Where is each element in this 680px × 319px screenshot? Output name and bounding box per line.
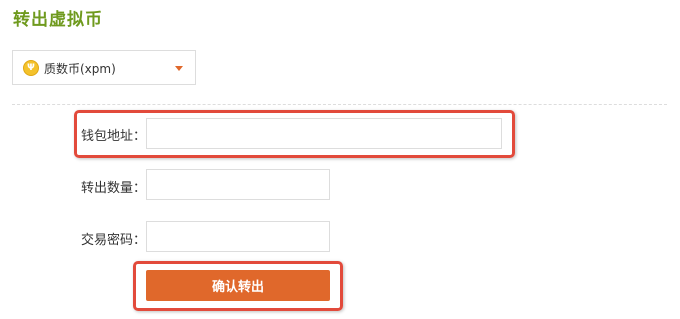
- chevron-down-icon: [175, 66, 183, 71]
- confirm-transfer-button[interactable]: 确认转出: [146, 270, 330, 301]
- wallet-address-input[interactable]: [146, 118, 502, 149]
- wallet-address-label: 钱包地址：: [80, 129, 146, 144]
- currency-selected-value: 质数币(xpm): [44, 62, 116, 76]
- trade-password-input[interactable]: [146, 221, 330, 252]
- currency-select[interactable]: Ψ 质数币(xpm): [12, 50, 196, 85]
- amount-input[interactable]: [146, 169, 330, 200]
- trade-password-label: 交易密码：: [80, 233, 146, 248]
- amount-label: 转出数量：: [80, 181, 146, 196]
- coin-icon: Ψ: [23, 60, 39, 76]
- divider: [12, 104, 667, 105]
- page-title: 转出虚拟币: [13, 10, 103, 30]
- transfer-out-page: 转出虚拟币 Ψ 质数币(xpm) 钱包地址： 转出数量： 交易密码： 确认转出: [0, 0, 680, 319]
